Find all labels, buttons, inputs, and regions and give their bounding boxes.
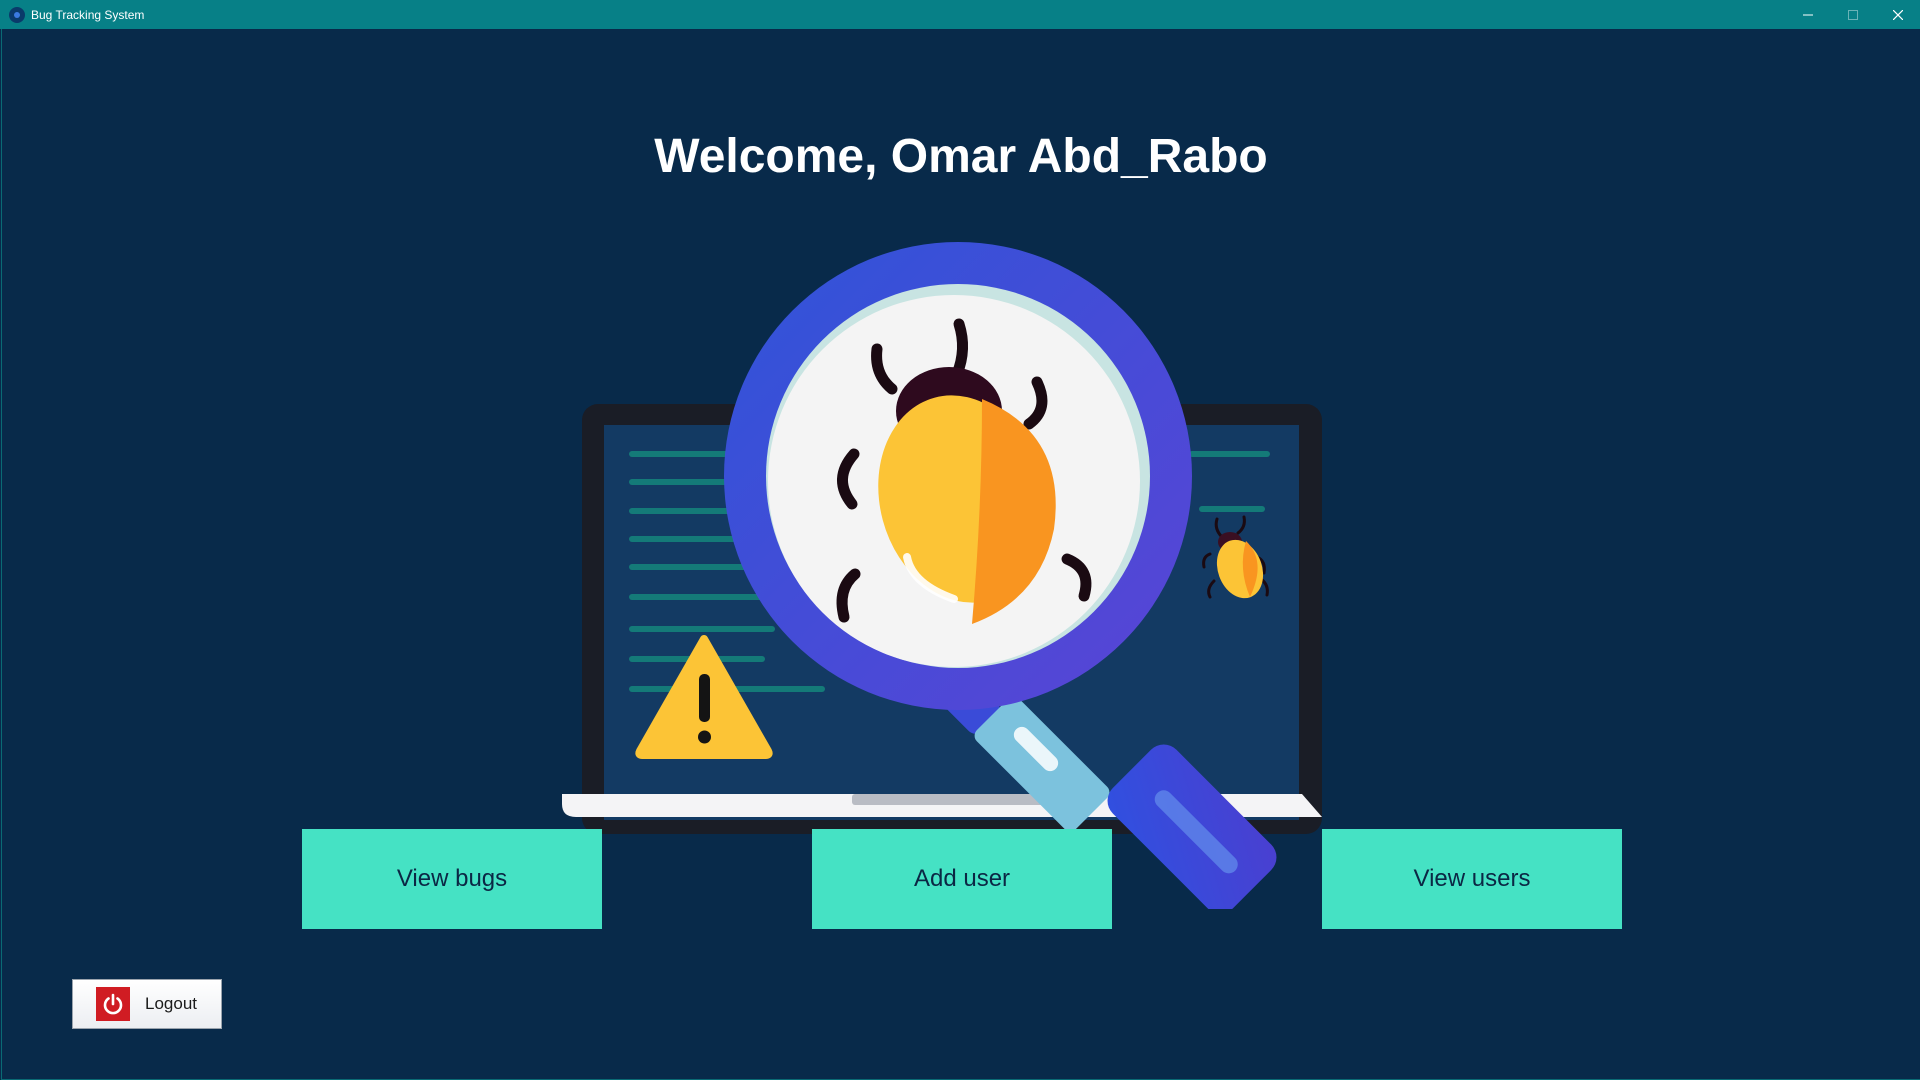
main-panel: Welcome, Omar Abd_Rabo View bugs Add use… <box>1 29 1920 1080</box>
view-users-button[interactable]: View users <box>1322 829 1622 929</box>
minimize-button[interactable] <box>1785 0 1830 29</box>
close-button[interactable] <box>1875 0 1920 29</box>
title-bar: Bug Tracking System <box>0 0 1920 29</box>
add-user-button[interactable]: Add user <box>812 829 1112 929</box>
window-title: Bug Tracking System <box>31 7 145 22</box>
bug-search-illustration <box>562 242 1322 909</box>
logout-label: Logout <box>145 994 197 1013</box>
maximize-button[interactable] <box>1830 0 1875 29</box>
power-icon <box>96 987 130 1021</box>
view-bugs-button[interactable]: View bugs <box>302 829 602 929</box>
welcome-heading: Welcome, Omar Abd_Rabo <box>654 130 1268 183</box>
minimize-icon <box>1802 14 1813 15</box>
window-controls <box>1785 0 1920 29</box>
app-icon <box>9 6 25 23</box>
maximize-icon <box>1847 9 1858 20</box>
close-icon <box>1892 9 1903 20</box>
logout-button[interactable]: Logout <box>72 979 222 1029</box>
